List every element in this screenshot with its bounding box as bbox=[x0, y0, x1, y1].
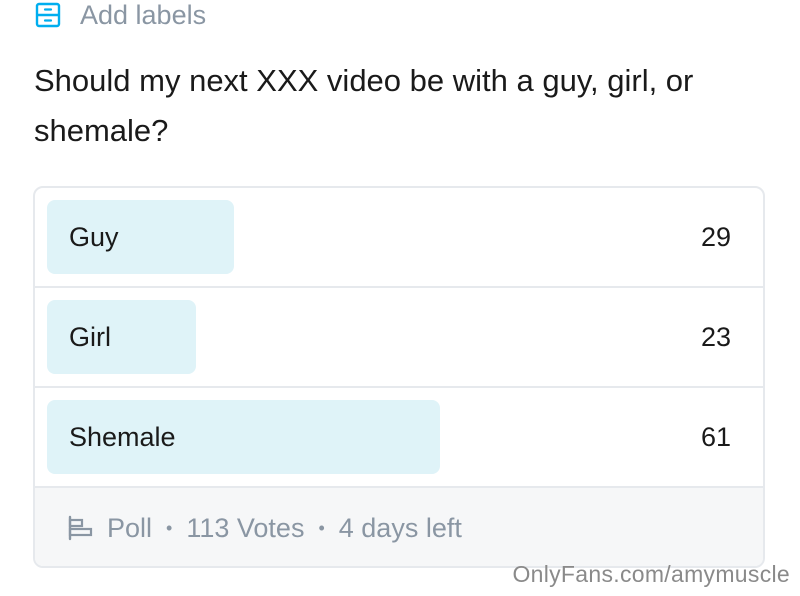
poll-option-guy[interactable]: Guy 29 bbox=[35, 188, 763, 288]
watermark: OnlyFans.com/amymuscle bbox=[512, 561, 790, 587]
poll-votes-total: 113 Votes bbox=[186, 512, 305, 543]
footer-separator: • bbox=[318, 517, 325, 538]
poll-type-label: Poll bbox=[107, 512, 153, 543]
poll-option-girl[interactable]: Girl 23 bbox=[35, 288, 763, 388]
poll-option-label: Guy bbox=[69, 222, 119, 252]
poll-option-label: Girl bbox=[69, 322, 111, 352]
poll-option-label: Shemale bbox=[69, 422, 176, 452]
poll-option-votes: 61 bbox=[700, 422, 731, 452]
poll-card: Guy 29 Girl 23 Shemale 61 Poll • 113 Vot… bbox=[33, 186, 765, 568]
poll-option-votes: 23 bbox=[700, 322, 731, 352]
post-question: Should my next XXX video be with a guy, … bbox=[34, 63, 694, 148]
add-labels-link[interactable]: Add labels bbox=[34, 0, 206, 30]
poll-option-shemale[interactable]: Shemale 61 bbox=[35, 388, 763, 488]
poll-footer: Poll • 113 Votes • 4 days left bbox=[35, 488, 763, 566]
poll-time-left: 4 days left bbox=[338, 512, 462, 543]
label-box-icon bbox=[34, 1, 62, 29]
footer-separator: • bbox=[166, 517, 173, 538]
poll-icon bbox=[67, 515, 95, 541]
add-labels-text: Add labels bbox=[80, 0, 207, 30]
poll-option-votes: 29 bbox=[700, 222, 731, 252]
